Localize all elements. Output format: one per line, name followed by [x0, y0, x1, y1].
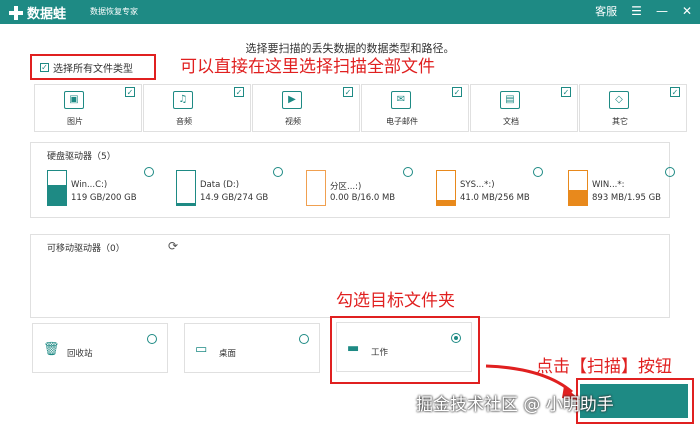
image-icon: ▣	[64, 91, 84, 109]
drive-radio[interactable]	[533, 167, 543, 177]
watermark-text: 掘金技术社区 @ 小明助手	[416, 395, 614, 415]
drive-icon	[47, 170, 67, 206]
drive-icon	[306, 170, 326, 206]
location-radio[interactable]	[147, 334, 157, 344]
file-type-list: ▣ ✓ 图片 ♫ ✓ 音频 ▶ ✓ 视频 ✉ ✓ 电子邮件 ▤ ✓ 文档 ◇ ✓…	[34, 84, 687, 132]
annotation-select-all: 可以直接在这里选择扫描全部文件	[180, 57, 435, 77]
minimize-icon[interactable]: —	[656, 4, 668, 18]
hard-disk-section: 硬盘驱动器（5） Win...C:) 119 GB/200 GB Data (D…	[30, 142, 675, 218]
app-subtitle: 数据恢复专家	[90, 7, 138, 16]
hard-disk-title: 硬盘驱动器（5）	[47, 152, 116, 162]
drive-partition[interactable]: 分区...:) 0.00 B/16.0 MB	[306, 167, 418, 211]
app-logo: 数据蛙	[8, 3, 66, 22]
drive-win[interactable]: WIN...*: 893 MB/1.95 GB	[568, 167, 680, 211]
checkbox-checked-icon: ✓	[452, 87, 462, 97]
checkbox-checked-icon: ✓	[670, 87, 680, 97]
drive-usage-fill	[177, 203, 195, 205]
checkbox-checked-icon: ✓	[343, 87, 353, 97]
drive-usage-fill	[48, 184, 66, 205]
mail-icon: ✉	[391, 91, 411, 109]
drive-radio[interactable]	[665, 167, 675, 177]
close-icon[interactable]: ✕	[682, 4, 692, 18]
location-desktop[interactable]: ▭ 桌面	[184, 323, 320, 373]
drive-radio[interactable]	[403, 167, 413, 177]
annotation-folder: 勾选目标文件夹	[336, 291, 455, 311]
file-type-video[interactable]: ▶ ✓ 视频	[252, 84, 360, 132]
checkbox-checked-icon: ✓	[40, 62, 49, 72]
drive-usage-fill	[437, 199, 455, 205]
recycle-bin-icon: 🗑	[43, 342, 60, 357]
other-icon: ◇	[609, 91, 629, 109]
drive-icon	[568, 170, 588, 206]
file-type-audio[interactable]: ♫ ✓ 音频	[143, 84, 251, 132]
checkbox-checked-icon: ✓	[561, 87, 571, 97]
checkbox-checked-icon: ✓	[234, 87, 244, 97]
drive-radio[interactable]	[144, 167, 154, 177]
title-bar: 数据蛙 数据恢复专家 客服 ☰ — ✕	[0, 0, 700, 24]
drive-icon	[176, 170, 196, 206]
document-icon: ▤	[500, 91, 520, 109]
file-type-document[interactable]: ▤ ✓ 文档	[470, 84, 578, 132]
file-type-other[interactable]: ◇ ✓ 其它	[579, 84, 687, 132]
app-name: 数据蛙	[27, 7, 67, 22]
removable-drive-title: 可移动驱动器（0）	[47, 244, 125, 254]
drive-c[interactable]: Win...C:) 119 GB/200 GB	[47, 167, 159, 211]
location-radio[interactable]	[299, 334, 309, 344]
select-all-label: 选择所有文件类型	[53, 63, 133, 75]
checkbox-checked-icon: ✓	[125, 87, 135, 97]
drive-usage-fill	[569, 189, 587, 205]
drive-icon	[436, 170, 456, 206]
drive-sys[interactable]: SYS...*:) 41.0 MB/256 MB	[436, 167, 548, 211]
menu-icon[interactable]: ☰	[631, 4, 642, 18]
select-all-checkbox[interactable]: ✓ 选择所有文件类型	[30, 54, 156, 80]
file-type-image[interactable]: ▣ ✓ 图片	[34, 84, 142, 132]
logo-cross-icon	[8, 5, 24, 21]
location-recycle-bin[interactable]: 🗑 回收站	[32, 323, 168, 373]
drive-radio[interactable]	[273, 167, 283, 177]
music-icon: ♫	[173, 91, 193, 109]
drive-d[interactable]: Data (D:) 14.9 GB/274 GB	[176, 167, 288, 211]
refresh-icon[interactable]: ⟳	[168, 239, 178, 253]
file-type-email[interactable]: ✉ ✓ 电子邮件	[361, 84, 469, 132]
annotation-folder-frame	[330, 316, 480, 384]
video-icon: ▶	[282, 91, 302, 109]
customer-service-button[interactable]: 客服	[595, 3, 617, 19]
desktop-icon: ▭	[195, 342, 208, 357]
